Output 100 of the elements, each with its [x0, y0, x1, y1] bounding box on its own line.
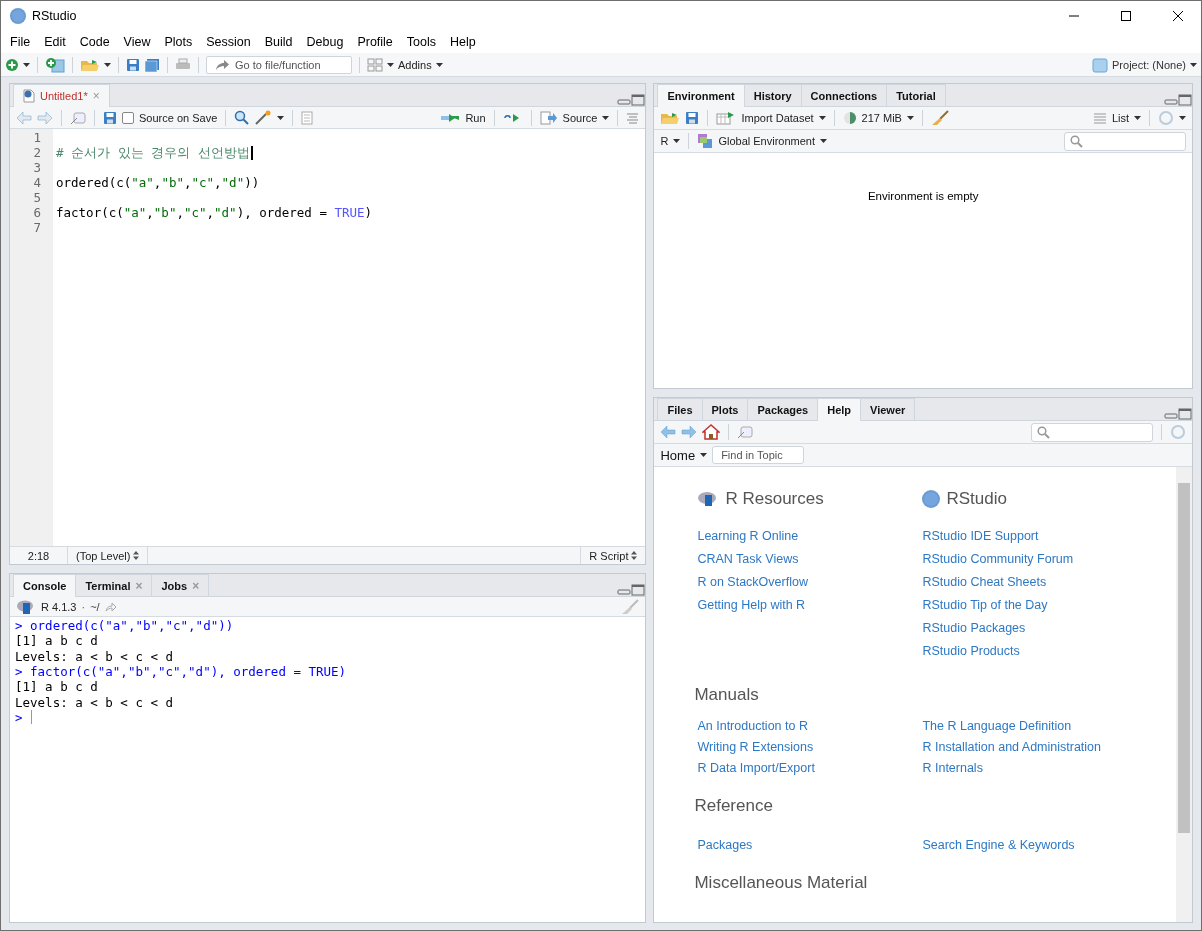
magic-wand-icon[interactable]: [254, 110, 273, 125]
memory-usage-menu[interactable]: 217 MiB: [861, 112, 902, 124]
menu-item[interactable]: Session: [199, 35, 258, 49]
editor-tab[interactable]: Untitled1* ×: [13, 84, 110, 107]
maximize-icon[interactable]: [1178, 94, 1192, 106]
help-link[interactable]: RStudio Tip of the Day: [922, 598, 1160, 615]
view-mode-menu[interactable]: List: [1111, 112, 1129, 124]
menu-item[interactable]: Code: [72, 35, 117, 49]
import-dataset-menu[interactable]: Import Dataset: [741, 112, 814, 124]
arrow-icon: [104, 601, 117, 612]
help-link[interactable]: RStudio Community Forum: [922, 552, 1160, 569]
caret-icon: [1134, 116, 1141, 120]
line-number: 1: [33, 130, 41, 145]
back-arrow-icon[interactable]: [16, 110, 32, 125]
help-link[interactable]: RStudio Cheat Sheets: [922, 575, 1160, 592]
line-number: 7: [33, 220, 41, 235]
working-directory: ~/: [90, 600, 100, 613]
help-link[interactable]: R Data Import/Export: [697, 761, 920, 778]
menu-item[interactable]: View: [116, 35, 158, 49]
print-icon[interactable]: [175, 57, 191, 72]
list-icon: [1092, 112, 1107, 124]
show-in-window-icon[interactable]: [737, 425, 754, 439]
console-line: [1] a b c d: [15, 679, 98, 695]
addins-menu[interactable]: Addins: [398, 58, 432, 71]
memory-pie-icon: [842, 111, 857, 125]
save-all-icon[interactable]: [144, 57, 160, 72]
menu-item[interactable]: Tools: [399, 35, 443, 49]
menu-icon[interactable]: [626, 111, 640, 124]
scrollbar[interactable]: [1176, 467, 1192, 922]
help-link[interactable]: R Installation and Administration: [922, 740, 1160, 757]
help-link[interactable]: RStudio Products: [922, 644, 1160, 661]
caret-icon: [387, 62, 394, 67]
help-link[interactable]: RStudio IDE Support: [922, 529, 1160, 546]
folder-icon[interactable]: [80, 57, 100, 72]
maximize-icon[interactable]: [631, 94, 646, 106]
home-icon[interactable]: [702, 424, 721, 440]
menu-item[interactable]: Help: [443, 35, 483, 49]
find-in-topic-field[interactable]: Find in Topic: [712, 446, 805, 464]
help-link[interactable]: Learning R Online: [697, 529, 920, 546]
console-line: > factor(c("a","b","c","d"), ordered = TRUE): [15, 664, 347, 680]
help-link[interactable]: Search Engine & Keywords: [922, 838, 1160, 855]
file-type-selector[interactable]: R Script: [589, 549, 629, 562]
search-icon: [1070, 134, 1083, 148]
caret-icon: [906, 116, 914, 120]
console-tab[interactable]: Jobs ×: [151, 574, 210, 596]
help-link[interactable]: The R Language Definition: [922, 719, 1160, 736]
scope-selector[interactable]: (Top Level): [76, 549, 131, 562]
run-button[interactable]: Run: [465, 111, 486, 124]
folder-icon[interactable]: [660, 111, 681, 125]
help-link[interactable]: An Introduction to R: [697, 719, 920, 736]
project-menu[interactable]: Project: (None): [1112, 58, 1186, 71]
menu-item[interactable]: Edit: [37, 35, 73, 49]
home-menu[interactable]: Home: [660, 447, 696, 463]
help-link[interactable]: CRAN Task Views: [697, 552, 920, 569]
menu-item[interactable]: Debug: [299, 35, 351, 49]
arrow-icon: [215, 58, 229, 71]
search-field[interactable]: [1064, 131, 1186, 151]
help-link[interactable]: R on StackOverflow: [697, 575, 920, 592]
help-tab[interactable]: Files: [657, 398, 703, 420]
save-icon[interactable]: [103, 110, 117, 125]
maximize-icon[interactable]: [631, 584, 646, 596]
text-cursor: [30, 710, 32, 725]
menu-item[interactable]: Profile: [350, 35, 400, 49]
save-icon[interactable]: [685, 111, 700, 125]
line-number: 5: [33, 190, 41, 205]
environment-scope-menu[interactable]: Global Environment: [718, 135, 815, 147]
menu-item[interactable]: Build: [257, 35, 300, 49]
source-on-save-checkbox[interactable]: [122, 111, 134, 124]
help-tab[interactable]: Help: [817, 398, 862, 421]
language-menu[interactable]: R: [660, 135, 669, 147]
menu-item[interactable]: Plots: [157, 35, 200, 49]
save-icon[interactable]: [126, 57, 140, 72]
environment-tab[interactable]: Tutorial: [886, 84, 946, 106]
show-in-window-icon[interactable]: [70, 110, 86, 125]
help-link[interactable]: Packages: [697, 838, 920, 855]
help-tab[interactable]: Viewer: [860, 398, 916, 420]
forward-arrow-icon[interactable]: [681, 425, 698, 439]
outline-icon[interactable]: [301, 110, 314, 125]
go-to-file-field[interactable]: Go to file/function: [206, 55, 352, 74]
new-project-icon[interactable]: [45, 56, 65, 73]
forward-arrow-icon[interactable]: [37, 110, 53, 125]
maximize-icon[interactable]: [1178, 408, 1192, 420]
help-link[interactable]: Writing R Extensions: [697, 740, 920, 757]
broom-icon[interactable]: [930, 110, 949, 126]
maximize-icon: [1121, 11, 1131, 21]
search-icon[interactable]: [234, 110, 250, 125]
help-link[interactable]: R Internals: [922, 761, 1160, 778]
grid-icon[interactable]: [367, 57, 383, 72]
source-button[interactable]: Source: [562, 111, 598, 124]
empty-message: Environment is empty: [866, 190, 980, 202]
help-link[interactable]: RStudio Packages: [922, 621, 1160, 638]
updown-icon: [631, 551, 638, 560]
new-file-icon[interactable]: [5, 57, 19, 72]
help-link[interactable]: Getting Help with R: [697, 598, 920, 615]
back-arrow-icon[interactable]: [660, 425, 677, 439]
console-tab[interactable]: Console: [13, 574, 77, 597]
menu-item[interactable]: File: [3, 35, 38, 49]
environment-tab[interactable]: Environment: [657, 84, 745, 107]
caret-icon: [818, 116, 826, 120]
search-field[interactable]: [1031, 422, 1153, 442]
